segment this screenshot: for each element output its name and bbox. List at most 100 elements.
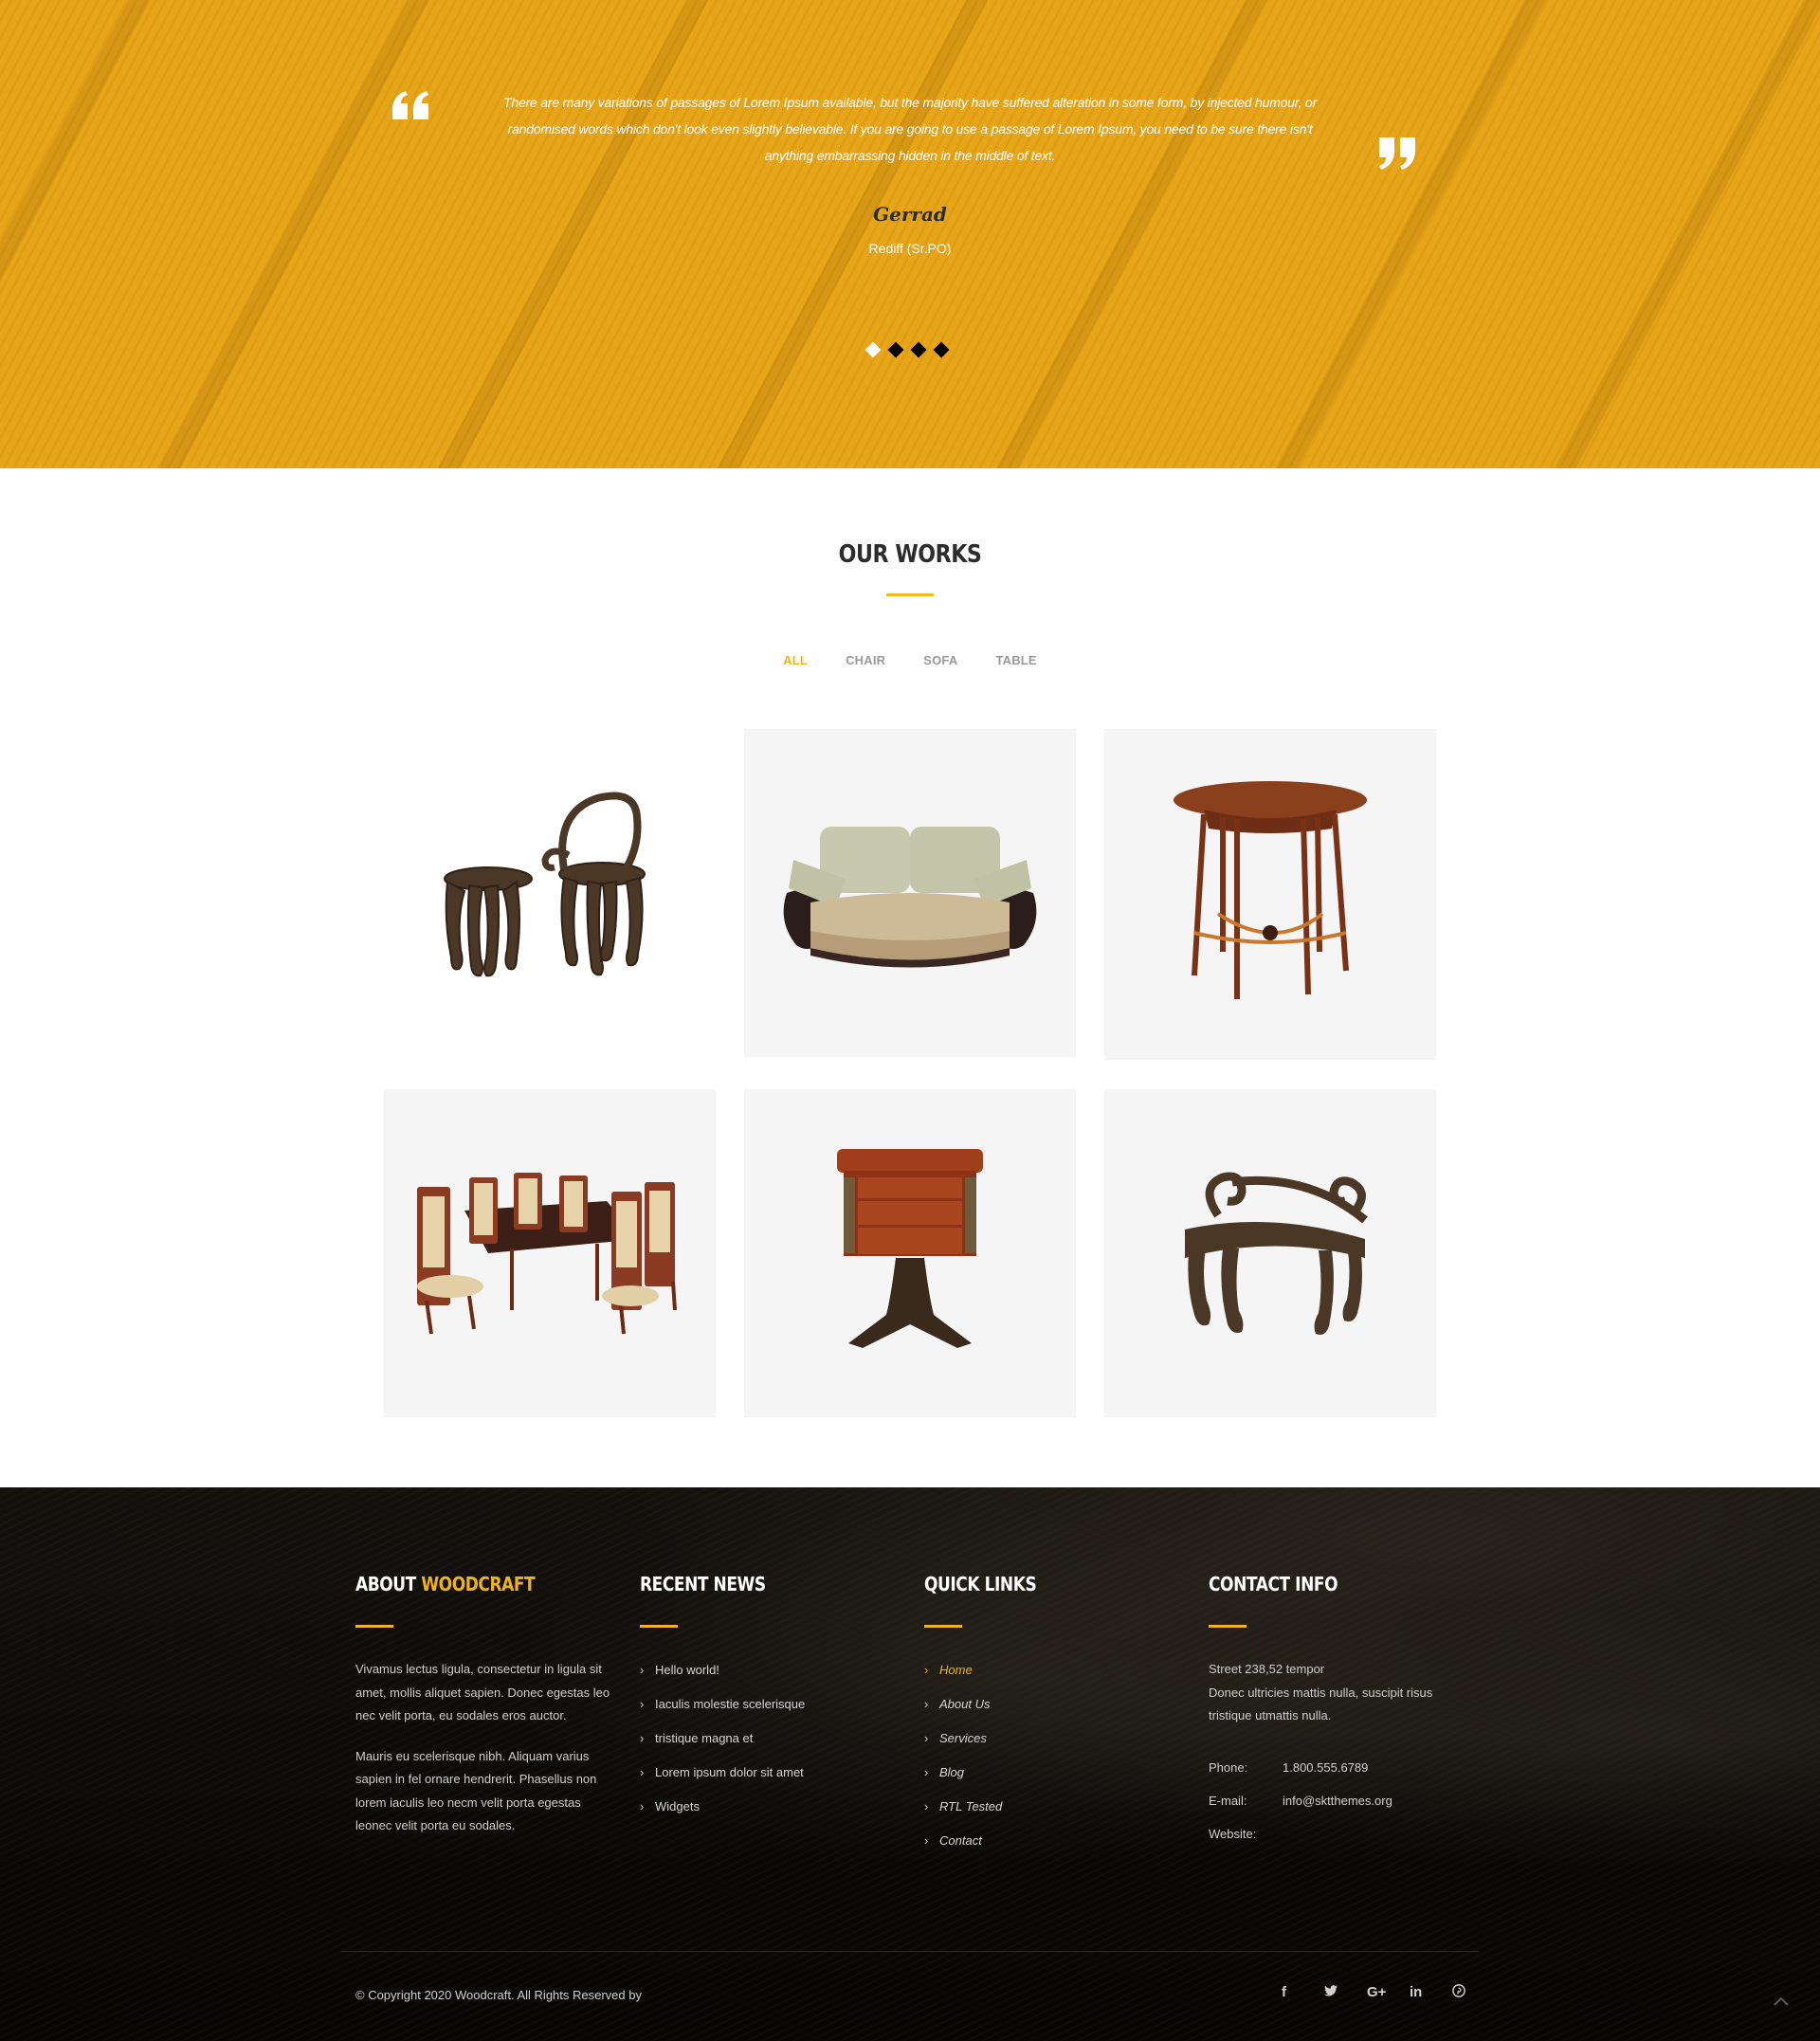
testimonial-section: There are many variations of passages of…: [0, 0, 1820, 468]
footer-about-text: Vivamus lectus ligula, consectetur in li…: [355, 1658, 616, 1838]
portfolio-item-sofa[interactable]: [744, 729, 1076, 1057]
contact-website-row: Website:: [1209, 1827, 1392, 1860]
footer-about-underline: [355, 1625, 393, 1628]
footer-news-heading: RECENT NEWS: [640, 1573, 766, 1595]
phone-value[interactable]: 1.800.555.6789: [1283, 1760, 1368, 1794]
contact-email-row: E-mail: info@sktthemes.org: [1209, 1794, 1392, 1827]
quick-link-about[interactable]: › About Us: [924, 1697, 1002, 1731]
works-title: OUR WORKS: [838, 540, 982, 569]
chevron-right-icon: ›: [640, 1697, 645, 1711]
quick-link-label: Home: [939, 1663, 973, 1677]
footer-contact: CONTACT INFO: [1209, 1573, 1360, 1595]
email-label: E-mail:: [1209, 1794, 1247, 1808]
quick-link-rtl[interactable]: › RTL Tested: [924, 1799, 1002, 1833]
quick-link-label: Services: [939, 1731, 987, 1745]
carved-bench-image: [1185, 1172, 1368, 1335]
contact-address: Street 238,52 tempor Donec ultricies mat…: [1209, 1658, 1474, 1728]
news-item-label: Iaculis molestie scelerisque: [655, 1697, 806, 1711]
round-table-image: [1174, 780, 1367, 999]
news-item[interactable]: › Hello world!: [640, 1663, 805, 1697]
works-title-underline: [886, 593, 934, 596]
filter-table[interactable]: TABLE: [976, 653, 1055, 667]
testimonial-role: Rediff (Sr.PO): [868, 241, 952, 256]
chevron-right-icon: ›: [640, 1731, 645, 1745]
contact-details: Phone: 1.800.555.6789 E-mail: info@sktth…: [1209, 1760, 1392, 1860]
quick-link-label: RTL Tested: [939, 1799, 1003, 1813]
site-footer: ABOUT WOODCRAFT Vivamus lectus ligula, c…: [0, 1487, 1820, 2041]
chevron-right-icon: ›: [924, 1731, 929, 1745]
quick-link-contact[interactable]: › Contact: [924, 1833, 1002, 1868]
about-heading-prefix: ABOUT: [355, 1573, 416, 1595]
quote-open-icon: [392, 91, 428, 119]
news-item[interactable]: › Lorem ipsum dolor sit amet: [640, 1765, 805, 1799]
footer-news: RECENT NEWS: [640, 1573, 788, 1595]
portfolio-item-carved-bench[interactable]: [1104, 1089, 1436, 1417]
news-item-label: Lorem ipsum dolor sit amet: [655, 1765, 804, 1779]
about-paragraph-1: Vivamus lectus ligula, consectetur in li…: [355, 1662, 610, 1722]
about-paragraph-2: Mauris eu scelerisque nibh. Aliquam vari…: [355, 1748, 597, 1833]
footer-links-heading: QUICK LINKS: [924, 1573, 1037, 1595]
chevron-right-icon: ›: [924, 1765, 929, 1779]
carved-chair-image: [444, 792, 646, 977]
slider-pagination: [864, 341, 950, 358]
quick-link-home[interactable]: › Home: [924, 1663, 1002, 1697]
footer-about-heading: ABOUT WOODCRAFT: [355, 1573, 536, 1595]
news-item[interactable]: › tristique magna et: [640, 1731, 805, 1765]
email-value[interactable]: info@sktthemes.org: [1283, 1794, 1392, 1827]
slider-dot-3[interactable]: [910, 341, 927, 358]
address-line-1: Street 238,52 tempor: [1209, 1662, 1325, 1676]
about-heading-accent: WOODCRAFT: [421, 1573, 536, 1595]
recent-news-list: › Hello world! › Iaculis molestie sceleris…: [640, 1663, 805, 1833]
contact-phone-row: Phone: 1.800.555.6789: [1209, 1760, 1392, 1794]
footer-links-underline: [924, 1625, 962, 1628]
portfolio-item-round-table[interactable]: [1104, 729, 1436, 1060]
footer-divider: [341, 1951, 1479, 1952]
slider-dot-2[interactable]: [887, 341, 904, 358]
news-item-label: tristique magna et: [655, 1731, 754, 1745]
pinterest-icon[interactable]: [1452, 1984, 1495, 2001]
news-item[interactable]: › Iaculis molestie scelerisque: [640, 1697, 805, 1731]
chevron-right-icon: ›: [924, 1697, 929, 1711]
filter-sofa[interactable]: SOFA: [904, 653, 976, 667]
slider-dot-4[interactable]: [933, 341, 950, 358]
footer-links: QUICK LINKS: [924, 1573, 1056, 1595]
news-item-label: Widgets: [655, 1799, 700, 1813]
chevron-right-icon: ›: [924, 1799, 929, 1813]
phone-label: Phone:: [1209, 1760, 1248, 1775]
testimonial-author: Gerrad: [873, 203, 947, 226]
quick-link-label: Contact: [939, 1833, 982, 1848]
chevron-right-icon: ›: [640, 1799, 645, 1813]
quick-link-services[interactable]: › Services: [924, 1731, 1002, 1765]
filter-all[interactable]: ALL: [764, 653, 827, 667]
footer-news-underline: [640, 1625, 678, 1628]
dining-set-image: [417, 1173, 677, 1335]
portfolio-item-dining-set[interactable]: [384, 1089, 716, 1417]
quick-link-label: Blog: [939, 1765, 965, 1779]
quick-links-list: › Home › About Us › Services › Blog › RTL Tes…: [924, 1663, 1002, 1868]
slider-dot-1[interactable]: [864, 341, 882, 358]
news-item-label: Hello world!: [655, 1663, 719, 1677]
quick-link-blog[interactable]: › Blog: [924, 1765, 1002, 1799]
footer-about: ABOUT WOODCRAFT: [355, 1573, 567, 1595]
social-links: f G+ in: [1282, 1984, 1495, 2001]
portfolio-filters: ALL CHAIR SOFA TABLE: [0, 653, 1820, 667]
filter-chair[interactable]: CHAIR: [827, 653, 904, 667]
footer-contact-heading: CONTACT INFO: [1209, 1573, 1338, 1595]
chevron-right-icon: ›: [640, 1663, 645, 1677]
quote-close-icon: [1379, 137, 1415, 170]
chevron-right-icon: ›: [924, 1663, 929, 1677]
twitter-icon[interactable]: [1324, 1984, 1367, 2001]
linkedin-icon[interactable]: in: [1410, 1984, 1452, 2001]
address-line-2: Donec ultricies mattis nulla, suscipit r…: [1209, 1685, 1433, 1723]
facebook-icon[interactable]: f: [1282, 1984, 1324, 2001]
portfolio-item-carved-chair[interactable]: [384, 729, 716, 1057]
news-item[interactable]: › Widgets: [640, 1799, 805, 1833]
google-plus-icon[interactable]: G+: [1367, 1984, 1410, 2001]
chevron-right-icon: ›: [924, 1833, 929, 1848]
page: There are many variations of passages of…: [0, 0, 1820, 2041]
quick-link-label: About Us: [939, 1697, 991, 1711]
back-to-top-icon[interactable]: [1774, 1996, 1789, 2006]
footer-contact-underline: [1209, 1625, 1247, 1628]
antique-chest-image: [837, 1149, 983, 1348]
portfolio-item-antique-chest[interactable]: [744, 1089, 1076, 1417]
